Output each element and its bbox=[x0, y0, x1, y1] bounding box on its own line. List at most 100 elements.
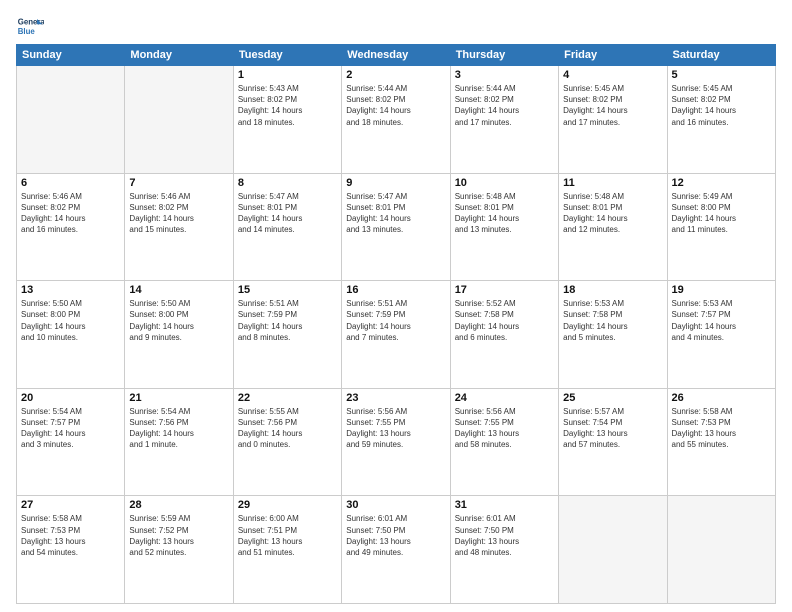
calendar-cell bbox=[125, 66, 233, 174]
day-number: 25 bbox=[563, 392, 662, 404]
calendar-cell: 13 Sunrise: 5:50 AM Sunset: 8:00 PM Dayli… bbox=[17, 281, 125, 389]
day-number: 14 bbox=[129, 284, 228, 296]
day-number: 20 bbox=[21, 392, 120, 404]
logo: General Blue bbox=[16, 12, 44, 40]
day-number: 13 bbox=[21, 284, 120, 296]
day-number: 28 bbox=[129, 499, 228, 511]
day-info: Sunrise: 5:46 AM Sunset: 8:02 PM Dayligh… bbox=[129, 191, 228, 236]
day-info: Sunrise: 5:59 AM Sunset: 7:52 PM Dayligh… bbox=[129, 513, 228, 558]
day-info: Sunrise: 5:56 AM Sunset: 7:55 PM Dayligh… bbox=[346, 406, 445, 451]
day-number: 17 bbox=[455, 284, 554, 296]
week-row-1: 6 Sunrise: 5:46 AM Sunset: 8:02 PM Daylig… bbox=[17, 173, 776, 281]
day-number: 23 bbox=[346, 392, 445, 404]
weekday-header-thursday: Thursday bbox=[450, 45, 558, 66]
calendar-cell: 19 Sunrise: 5:53 AM Sunset: 7:57 PM Dayli… bbox=[667, 281, 775, 389]
day-number: 10 bbox=[455, 177, 554, 189]
day-number: 3 bbox=[455, 69, 554, 81]
day-info: Sunrise: 6:00 AM Sunset: 7:51 PM Dayligh… bbox=[238, 513, 337, 558]
week-row-3: 20 Sunrise: 5:54 AM Sunset: 7:57 PM Dayli… bbox=[17, 388, 776, 496]
weekday-header-saturday: Saturday bbox=[667, 45, 775, 66]
day-info: Sunrise: 5:47 AM Sunset: 8:01 PM Dayligh… bbox=[238, 191, 337, 236]
calendar-cell bbox=[667, 496, 775, 604]
day-number: 5 bbox=[672, 69, 771, 81]
calendar-cell: 3 Sunrise: 5:44 AM Sunset: 8:02 PM Daylig… bbox=[450, 66, 558, 174]
calendar-cell: 8 Sunrise: 5:47 AM Sunset: 8:01 PM Daylig… bbox=[233, 173, 341, 281]
day-number: 22 bbox=[238, 392, 337, 404]
calendar-cell: 17 Sunrise: 5:52 AM Sunset: 7:58 PM Dayli… bbox=[450, 281, 558, 389]
day-number: 6 bbox=[21, 177, 120, 189]
day-number: 19 bbox=[672, 284, 771, 296]
week-row-2: 13 Sunrise: 5:50 AM Sunset: 8:00 PM Dayli… bbox=[17, 281, 776, 389]
day-info: Sunrise: 5:43 AM Sunset: 8:02 PM Dayligh… bbox=[238, 83, 337, 128]
calendar-cell: 10 Sunrise: 5:48 AM Sunset: 8:01 PM Dayli… bbox=[450, 173, 558, 281]
calendar-cell: 6 Sunrise: 5:46 AM Sunset: 8:02 PM Daylig… bbox=[17, 173, 125, 281]
calendar-cell: 21 Sunrise: 5:54 AM Sunset: 7:56 PM Dayli… bbox=[125, 388, 233, 496]
calendar-cell: 12 Sunrise: 5:49 AM Sunset: 8:00 PM Dayli… bbox=[667, 173, 775, 281]
svg-text:Blue: Blue bbox=[18, 27, 36, 36]
day-number: 31 bbox=[455, 499, 554, 511]
calendar-cell bbox=[17, 66, 125, 174]
day-info: Sunrise: 5:48 AM Sunset: 8:01 PM Dayligh… bbox=[563, 191, 662, 236]
calendar-cell: 5Sunrise: 5:45 AM Sunset: 8:02 PM Daylig… bbox=[667, 66, 775, 174]
day-info: Sunrise: 6:01 AM Sunset: 7:50 PM Dayligh… bbox=[346, 513, 445, 558]
header: General Blue bbox=[16, 12, 776, 40]
day-info: Sunrise: 5:51 AM Sunset: 7:59 PM Dayligh… bbox=[238, 298, 337, 343]
day-info: Sunrise: 5:56 AM Sunset: 7:55 PM Dayligh… bbox=[455, 406, 554, 451]
day-info: Sunrise: 6:01 AM Sunset: 7:50 PM Dayligh… bbox=[455, 513, 554, 558]
calendar-cell: 2 Sunrise: 5:44 AM Sunset: 8:02 PM Daylig… bbox=[342, 66, 450, 174]
day-number: 11 bbox=[563, 177, 662, 189]
calendar-cell: 20 Sunrise: 5:54 AM Sunset: 7:57 PM Dayli… bbox=[17, 388, 125, 496]
calendar-cell: 7Sunrise: 5:46 AM Sunset: 8:02 PM Daylig… bbox=[125, 173, 233, 281]
day-number: 1 bbox=[238, 69, 337, 81]
day-info: Sunrise: 5:49 AM Sunset: 8:00 PM Dayligh… bbox=[672, 191, 771, 236]
day-number: 12 bbox=[672, 177, 771, 189]
day-info: Sunrise: 5:50 AM Sunset: 8:00 PM Dayligh… bbox=[21, 298, 120, 343]
day-number: 18 bbox=[563, 284, 662, 296]
weekday-header-monday: Monday bbox=[125, 45, 233, 66]
day-number: 2 bbox=[346, 69, 445, 81]
calendar-cell: 25 Sunrise: 5:57 AM Sunset: 7:54 PM Dayli… bbox=[559, 388, 667, 496]
svg-text:General: General bbox=[18, 17, 44, 26]
calendar-cell: 14 Sunrise: 5:50 AM Sunset: 8:00 PM Dayli… bbox=[125, 281, 233, 389]
day-info: Sunrise: 5:48 AM Sunset: 8:01 PM Dayligh… bbox=[455, 191, 554, 236]
day-info: Sunrise: 5:44 AM Sunset: 8:02 PM Dayligh… bbox=[346, 83, 445, 128]
day-number: 9 bbox=[346, 177, 445, 189]
day-number: 21 bbox=[129, 392, 228, 404]
day-info: Sunrise: 5:47 AM Sunset: 8:01 PM Dayligh… bbox=[346, 191, 445, 236]
weekday-header-row: SundayMondayTuesdayWednesdayThursdayFrid… bbox=[17, 45, 776, 66]
day-info: Sunrise: 5:45 AM Sunset: 8:02 PM Dayligh… bbox=[563, 83, 662, 128]
day-info: Sunrise: 5:44 AM Sunset: 8:02 PM Dayligh… bbox=[455, 83, 554, 128]
weekday-header-friday: Friday bbox=[559, 45, 667, 66]
weekday-header-wednesday: Wednesday bbox=[342, 45, 450, 66]
calendar-cell: 28 Sunrise: 5:59 AM Sunset: 7:52 PM Dayli… bbox=[125, 496, 233, 604]
day-info: Sunrise: 5:57 AM Sunset: 7:54 PM Dayligh… bbox=[563, 406, 662, 451]
calendar-cell: 29 Sunrise: 6:00 AM Sunset: 7:51 PM Dayli… bbox=[233, 496, 341, 604]
calendar-cell: 1 Sunrise: 5:43 AM Sunset: 8:02 PM Daylig… bbox=[233, 66, 341, 174]
day-info: Sunrise: 5:53 AM Sunset: 7:57 PM Dayligh… bbox=[672, 298, 771, 343]
day-number: 4 bbox=[563, 69, 662, 81]
day-info: Sunrise: 5:51 AM Sunset: 7:59 PM Dayligh… bbox=[346, 298, 445, 343]
day-info: Sunrise: 5:52 AM Sunset: 7:58 PM Dayligh… bbox=[455, 298, 554, 343]
page: General Blue SundayMondayTuesdayWednesda… bbox=[0, 0, 792, 612]
day-info: Sunrise: 5:53 AM Sunset: 7:58 PM Dayligh… bbox=[563, 298, 662, 343]
day-info: Sunrise: 5:54 AM Sunset: 7:56 PM Dayligh… bbox=[129, 406, 228, 451]
calendar-cell: 27Sunrise: 5:58 AM Sunset: 7:53 PM Dayli… bbox=[17, 496, 125, 604]
day-number: 26 bbox=[672, 392, 771, 404]
calendar-cell: 26Sunrise: 5:58 AM Sunset: 7:53 PM Dayli… bbox=[667, 388, 775, 496]
calendar-cell: 30 Sunrise: 6:01 AM Sunset: 7:50 PM Dayli… bbox=[342, 496, 450, 604]
day-info: Sunrise: 5:46 AM Sunset: 8:02 PM Dayligh… bbox=[21, 191, 120, 236]
calendar-cell: 23 Sunrise: 5:56 AM Sunset: 7:55 PM Dayli… bbox=[342, 388, 450, 496]
calendar-cell: 24Sunrise: 5:56 AM Sunset: 7:55 PM Dayli… bbox=[450, 388, 558, 496]
day-number: 15 bbox=[238, 284, 337, 296]
week-row-4: 27Sunrise: 5:58 AM Sunset: 7:53 PM Dayli… bbox=[17, 496, 776, 604]
day-number: 27 bbox=[21, 499, 120, 511]
weekday-header-sunday: Sunday bbox=[17, 45, 125, 66]
weekday-header-tuesday: Tuesday bbox=[233, 45, 341, 66]
day-number: 8 bbox=[238, 177, 337, 189]
day-number: 30 bbox=[346, 499, 445, 511]
day-info: Sunrise: 5:55 AM Sunset: 7:56 PM Dayligh… bbox=[238, 406, 337, 451]
day-number: 29 bbox=[238, 499, 337, 511]
day-info: Sunrise: 5:54 AM Sunset: 7:57 PM Dayligh… bbox=[21, 406, 120, 451]
day-info: Sunrise: 5:50 AM Sunset: 8:00 PM Dayligh… bbox=[129, 298, 228, 343]
calendar-table: SundayMondayTuesdayWednesdayThursdayFrid… bbox=[16, 44, 776, 604]
